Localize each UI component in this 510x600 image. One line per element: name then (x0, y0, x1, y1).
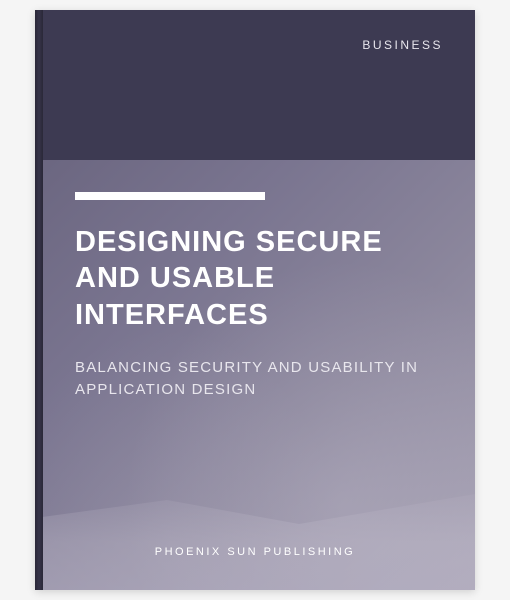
wave-decoration (35, 470, 475, 590)
book-subtitle: BALANCING SECURITY AND USABILITY IN APPL… (75, 357, 435, 402)
book-cover: BUSINESS DESIGNING SECURE AND USABLE INT… (35, 10, 475, 590)
main-content-area: DESIGNING SECURE AND USABLE INTERFACES B… (35, 160, 475, 590)
publisher-area: PHOENIX SUN PUBLISHING (75, 546, 435, 566)
publisher-name: PHOENIX SUN PUBLISHING (155, 546, 355, 558)
header-band: BUSINESS (35, 10, 475, 160)
category-label: BUSINESS (362, 38, 443, 52)
cover-face: BUSINESS DESIGNING SECURE AND USABLE INT… (35, 10, 475, 590)
book-title: DESIGNING SECURE AND USABLE INTERFACES (75, 224, 435, 333)
book-spine (35, 10, 43, 590)
accent-bar (75, 192, 265, 200)
